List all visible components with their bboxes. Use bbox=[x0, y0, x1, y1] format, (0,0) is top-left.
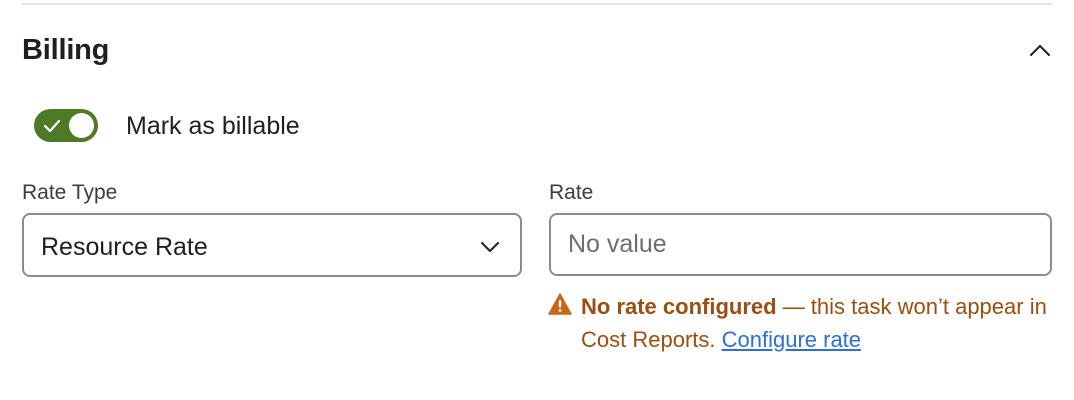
rate-warning-message: No rate configured — this task won’t app… bbox=[581, 290, 1051, 356]
rate-input[interactable] bbox=[549, 213, 1052, 276]
section-divider bbox=[22, 3, 1052, 5]
section-title: Billing bbox=[22, 34, 110, 66]
rate-type-value: Resource Rate bbox=[41, 233, 208, 261]
collapse-section-button[interactable] bbox=[1024, 34, 1056, 66]
configure-rate-link[interactable]: Configure rate bbox=[722, 327, 861, 352]
toggle-knob bbox=[69, 113, 94, 138]
chevron-down-icon bbox=[480, 241, 500, 253]
warning-triangle-icon bbox=[548, 293, 572, 315]
rate-label: Rate bbox=[549, 181, 594, 204]
warning-title: No rate configured bbox=[581, 294, 777, 319]
billable-toggle[interactable] bbox=[34, 109, 98, 142]
check-icon bbox=[43, 119, 61, 133]
billable-toggle-label[interactable]: Mark as billable bbox=[126, 110, 300, 142]
rate-type-select[interactable]: Resource Rate bbox=[22, 213, 522, 277]
rate-type-label: Rate Type bbox=[22, 181, 118, 204]
chevron-up-icon bbox=[1029, 44, 1051, 57]
